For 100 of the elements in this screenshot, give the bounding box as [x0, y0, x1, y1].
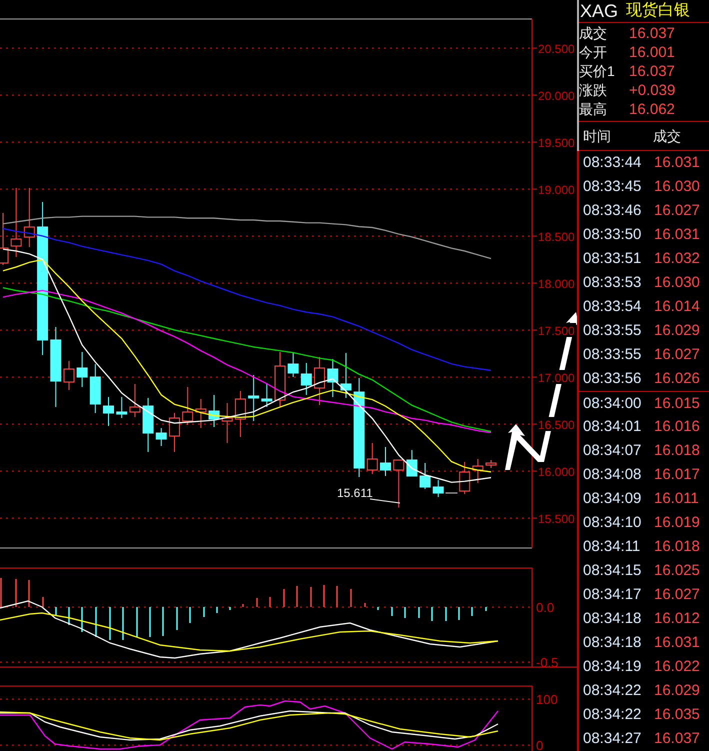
tick-price: 16.037: [654, 729, 700, 749]
tick-time: 08:34:22: [583, 705, 642, 725]
low-price-label: 15.611: [337, 486, 373, 500]
quote-label: 涨跌: [579, 81, 608, 100]
candlestick: [261, 382, 272, 408]
axis-label: 16.000: [538, 465, 575, 479]
tick-time: 08:34:19: [583, 657, 642, 677]
tick-price: 16.029: [654, 681, 700, 701]
leader-line: [370, 498, 400, 504]
tick-time: 08:33:55: [583, 345, 642, 365]
quote-value: 16.037: [629, 62, 675, 81]
candlestick: [274, 352, 286, 408]
candlestick: [406, 450, 418, 476]
quote-value: 16.062: [629, 100, 675, 119]
candlestick: [248, 374, 260, 422]
tick-time: 08:34:01: [583, 417, 642, 437]
candlestick: [420, 462, 431, 490]
axis-label: 17.000: [538, 371, 575, 385]
axis-label: 18.500: [538, 230, 575, 244]
candlestick: [366, 442, 378, 474]
tick-time: 08:34:15: [583, 561, 642, 581]
candlestick: [90, 364, 101, 414]
tick-price: 16.016: [654, 417, 700, 437]
tick-time: 08:33:45: [583, 177, 642, 197]
candlestick: [234, 390, 246, 438]
candlestick: [393, 460, 404, 508]
tick-price: 16.031: [654, 153, 700, 173]
tick-time: 08:33:50: [583, 225, 642, 245]
candlestick: [156, 428, 167, 446]
tick-time: 08:33:56: [583, 369, 642, 389]
tick-time: 08:34:07: [583, 441, 642, 461]
tick-time: 08:34:08: [583, 465, 642, 485]
column-header: 成交: [653, 126, 681, 146]
candlestick: [380, 446, 391, 476]
quote-label: 成交: [579, 24, 608, 43]
tick-price: 16.019: [654, 513, 700, 533]
candlestick: [63, 360, 74, 390]
axis-label: 15.500: [538, 512, 575, 526]
candlestick: [222, 402, 233, 444]
tick-price: 16.025: [654, 561, 700, 581]
tick-time: 08:34:09: [583, 489, 642, 509]
tick-price: 16.018: [654, 537, 700, 557]
candlestick: [24, 187, 35, 248]
axis-label: 0: [536, 738, 544, 751]
quote-value: 16.001: [629, 43, 675, 62]
candlestick: [314, 356, 326, 406]
instrument-name: 现货白银: [626, 1, 690, 21]
axis-label: 16.500: [538, 418, 575, 432]
tick-time: 08:33:51: [583, 249, 642, 269]
tick-time: 08:34:18: [583, 609, 642, 629]
axis-label: 17.500: [538, 324, 575, 338]
tick-price: 16.035: [654, 705, 700, 725]
tick-price: 16.027: [654, 345, 700, 365]
tick-price: 16.031: [654, 225, 700, 245]
tick-time: 08:34:22: [583, 681, 642, 701]
tick-time: 08:34:18: [583, 633, 642, 653]
tick-price: 16.018: [654, 441, 700, 461]
tick-price: 16.012: [654, 609, 700, 629]
tick-price: 16.027: [654, 585, 700, 605]
axis-label: 20.000: [538, 89, 575, 103]
tick-time: 08:34:10: [583, 513, 642, 533]
tick-price: 16.015: [654, 394, 700, 414]
tick-time: 08:34:00: [583, 394, 642, 414]
tick-price: 16.017: [654, 465, 700, 485]
candlestick: [103, 396, 114, 426]
tick-time: 08:33:46: [583, 201, 642, 221]
candlestick: [486, 460, 497, 468]
quote-label: 买价1: [579, 62, 616, 81]
tick-time: 08:34:17: [583, 585, 642, 605]
instrument-code: XAG: [580, 0, 618, 22]
tick-time: 08:34:27: [583, 729, 642, 749]
axis-label: 19.500: [538, 136, 575, 150]
tick-price: 16.032: [654, 249, 700, 269]
candlestick: [288, 352, 299, 378]
tick-time: 08:33:55: [583, 321, 642, 341]
candlestick: [168, 412, 180, 452]
quote-value: +0.039: [629, 81, 676, 100]
candlestick: [327, 358, 338, 398]
tick-price: 16.029: [654, 321, 700, 341]
candlestick: [472, 458, 484, 484]
tick-price: 16.027: [654, 201, 700, 221]
tick-price: 16.011: [654, 489, 699, 509]
tick-price: 16.030: [654, 273, 700, 293]
candlestick: [300, 362, 312, 396]
tick-price: 16.022: [654, 657, 700, 677]
tick-time: 08:33:53: [583, 273, 642, 293]
candlestick: [208, 394, 220, 428]
quote-label: 最高: [579, 100, 608, 119]
candlestick: [116, 396, 128, 418]
axis-label: 18.000: [538, 277, 575, 291]
axis-label: 0.0: [536, 600, 554, 615]
candlestick: [142, 397, 154, 452]
candlestick: [76, 352, 88, 388]
axis-label: 20.500: [538, 42, 575, 56]
tick-price: 16.026: [654, 369, 700, 389]
tick-time: 08:34:11: [583, 537, 642, 557]
tick-time: 08:33:54: [583, 297, 642, 317]
candlestick: [195, 398, 206, 429]
tick-time: 08:33:44: [583, 153, 642, 173]
candlestick: [340, 352, 352, 398]
